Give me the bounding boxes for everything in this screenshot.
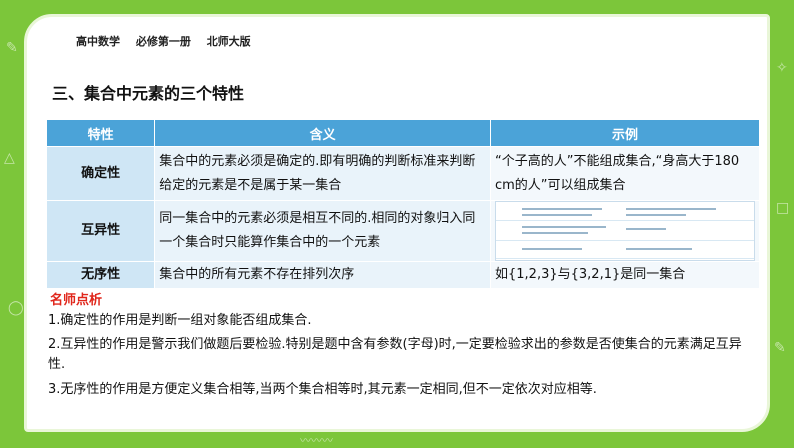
column-header: 含义 — [154, 119, 491, 147]
note-item: 2.互异性的作用是警示我们做题后要检验.特别是题中含有参数(字母)时,一定要检验… — [48, 337, 742, 372]
chalk-doodle: ✎ — [774, 340, 786, 356]
column-header: 特性 — [45, 119, 156, 147]
section-title: 三、集合中元素的三个特性 — [52, 84, 245, 103]
property-meaning: 集合中的元素必须是确定的.即有明确的判断标准来判断给定的元素是不是属于某一集合 — [154, 146, 491, 201]
chalk-doodle: □ — [776, 200, 790, 216]
chalk-doodle: ◯ — [8, 300, 24, 316]
note-item: 3.无序性的作用是方便定义集合相等,当两个集合相等时,其元素一定相同,但不一定依… — [48, 382, 597, 397]
note-item: 1.确定性的作用是判断一组对象能否组成集合. — [48, 313, 312, 328]
course-header: 高中数学 必修第一册 北师大版 — [76, 33, 263, 49]
property-meaning: 集合中的所有元素不存在排列次序 — [154, 261, 491, 289]
chalk-doodle: ✧ — [776, 60, 788, 76]
table-header-row: 特性 含义 示例 — [45, 119, 760, 147]
course-subject: 高中数学 — [76, 35, 120, 48]
table-row: 无序性 集合中的所有元素不存在排列次序 如{1,2,3}与{3,2,1}是同一集… — [45, 261, 760, 289]
chalk-doodle: 〰〰〰 — [300, 434, 333, 447]
course-edition: 北师大版 — [206, 35, 251, 48]
property-name: 互异性 — [45, 200, 156, 262]
course-book: 必修第一册 — [135, 35, 191, 48]
property-meaning: 同一集合中的元素必须是相互不同的.相同的对象归入同一个集合时只能算作集合中的一个… — [154, 200, 491, 262]
property-name: 无序性 — [45, 261, 156, 289]
property-example: 如{1,2,3}与{3,2,1}是同一集合 — [490, 261, 760, 289]
property-name: 确定性 — [45, 146, 156, 201]
chalk-doodle: △ — [4, 150, 15, 166]
property-table: 特性 含义 示例 确定性 集合中的元素必须是确定的.即有明确的判断标准来判断给定… — [45, 119, 760, 289]
column-header: 示例 — [490, 119, 760, 147]
property-example: “个子高的人”不能组成集合,“身高大于180 cm的人”可以组成集合 — [490, 146, 760, 201]
table-row: 确定性 集合中的元素必须是确定的.即有明确的判断标准来判断给定的元素是不是属于某… — [45, 146, 760, 201]
table-thumbnail-image — [495, 201, 755, 261]
notes-title: 名师点析 — [50, 293, 103, 308]
chalk-doodle: ✎ — [6, 40, 18, 56]
property-example-thumbnail-cell — [490, 200, 760, 262]
table-row: 互异性 同一集合中的元素必须是相互不同的.相同的对象归入同一个集合时只能算作集合… — [45, 200, 760, 262]
